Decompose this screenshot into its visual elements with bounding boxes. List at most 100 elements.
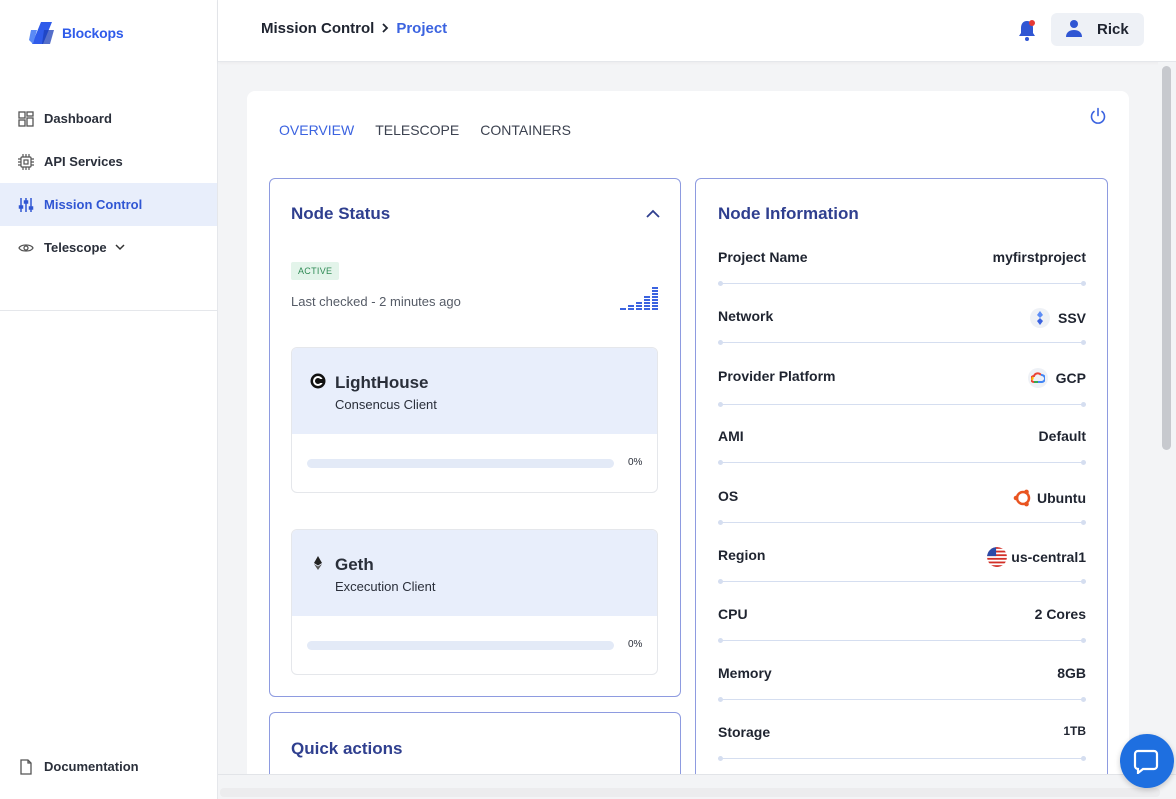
info-row-memory: Memory 8GB: [718, 665, 1086, 705]
info-label: Memory: [718, 665, 772, 681]
info-label: Project Name: [718, 249, 808, 265]
quick-actions-title: Quick actions: [291, 739, 403, 758]
chevron-down-icon: [115, 240, 125, 255]
node-information-title: Node Information: [718, 204, 859, 223]
info-value: us-central1: [987, 547, 1086, 567]
divider: [718, 402, 1086, 407]
dashboard-icon: [18, 110, 34, 127]
chevron-right-icon: [382, 22, 389, 33]
info-row-cpu: CPU 2 Cores: [718, 606, 1086, 646]
gcp-icon: [1027, 368, 1048, 388]
info-value: myfirstproject: [992, 249, 1086, 265]
info-value: GCP: [1027, 368, 1086, 388]
client-card-lighthouse[interactable]: LightHouse Consencus Client 0%: [291, 347, 658, 493]
info-label: OS: [718, 488, 739, 504]
breadcrumb-current: Project: [396, 20, 448, 37]
divider: [718, 460, 1086, 465]
divider: [718, 281, 1086, 286]
power-icon[interactable]: [1089, 107, 1107, 125]
lighthouse-icon: [310, 373, 326, 389]
brand-logo[interactable]: Blockops: [28, 20, 124, 46]
breadcrumb-separator: [380, 21, 390, 37]
progress-bar: [307, 641, 614, 650]
blockops-logo-icon: [29, 22, 54, 44]
project-card: OVERVIEW TELESCOPE CONTAINERS Node Statu…: [247, 91, 1129, 774]
divider: [718, 579, 1086, 584]
notification-bell-icon[interactable]: [1016, 18, 1038, 42]
info-row-network: Network SSV: [718, 308, 1086, 348]
client-card-header: Geth Excecution Client: [292, 530, 657, 616]
divider: [718, 638, 1086, 643]
sidebar-item-telescope[interactable]: Telescope: [0, 226, 217, 269]
client-card-header: LightHouse Consencus Client: [292, 348, 657, 434]
ubuntu-icon: [1013, 488, 1033, 508]
last-checked-text: Last checked - 2 minutes ago: [291, 294, 461, 309]
sidebar-item-label: API Services: [44, 154, 123, 169]
signal-bars-icon: [620, 285, 658, 311]
tab-containers[interactable]: CONTAINERS: [480, 122, 571, 138]
progress-value: 0%: [628, 457, 643, 468]
info-row-ami: AMI Default: [718, 428, 1086, 468]
sidebar-divider: [0, 310, 217, 311]
quick-actions-panel: Quick actions: [269, 712, 681, 774]
divider: [718, 756, 1086, 761]
chat-support-button[interactable]: [1120, 734, 1174, 788]
info-label: Region: [718, 547, 766, 563]
scrollbar-thumb[interactable]: [1162, 66, 1171, 450]
info-label: CPU: [718, 606, 748, 622]
status-badge: ACTIVE: [291, 262, 340, 280]
horizontal-scrollbar[interactable]: [218, 774, 1176, 799]
info-row-os: OS Ubuntu: [718, 488, 1086, 528]
info-label: Storage: [718, 724, 771, 740]
tab-telescope[interactable]: TELESCOPE: [375, 122, 459, 138]
sidebar-nav: Dashboard API Services Mission Control T…: [0, 97, 217, 269]
scrollbar-thumb[interactable]: [220, 788, 1160, 797]
client-type: Excecution Client: [335, 579, 436, 594]
user-menu-button[interactable]: Rick: [1051, 13, 1144, 46]
sidebar: Blockops Dashboard API Services Mission …: [0, 0, 218, 799]
sidebar-item-label: Dashboard: [44, 111, 112, 126]
client-card-geth[interactable]: Geth Excecution Client 0%: [291, 529, 658, 675]
divider: [718, 697, 1086, 702]
info-row-storage: Storage 1TB: [718, 724, 1086, 764]
divider: [718, 520, 1086, 525]
sidebar-item-dashboard[interactable]: Dashboard: [0, 97, 217, 140]
progress-bar: [307, 459, 614, 468]
project-tabs: OVERVIEW TELESCOPE CONTAINERS: [279, 122, 571, 138]
ethereum-icon: [310, 555, 326, 571]
info-value: 2 Cores: [1034, 606, 1086, 622]
chip-icon: [18, 153, 34, 170]
info-label: Network: [718, 308, 774, 324]
document-icon: [18, 758, 34, 775]
divider: [718, 340, 1086, 345]
top-header: Mission Control Project Rick: [218, 0, 1176, 62]
user-avatar-icon: [1065, 19, 1083, 41]
brand-name: Blockops: [62, 25, 124, 41]
sidebar-item-api-services[interactable]: API Services: [0, 140, 217, 183]
info-value: SSV: [1029, 308, 1086, 328]
client-name: LightHouse: [335, 373, 429, 392]
eye-icon: [18, 240, 34, 256]
ssv-icon: [1029, 308, 1050, 328]
info-value: 1TB: [1063, 724, 1086, 738]
client-name: Geth: [335, 555, 374, 574]
info-value: 8GB: [1057, 665, 1086, 681]
tab-overview[interactable]: OVERVIEW: [279, 122, 354, 138]
chat-icon: [1133, 749, 1159, 774]
sidebar-bottom: Documentation: [0, 745, 217, 788]
breadcrumb-root[interactable]: Mission Control: [261, 20, 374, 37]
sidebar-item-label: Documentation: [44, 759, 139, 774]
us-flag-icon: [987, 547, 1008, 567]
sidebar-item-label: Telescope: [44, 240, 107, 255]
info-row-region: Region us-central1: [718, 547, 1086, 587]
vertical-scrollbar[interactable]: [1158, 62, 1176, 774]
client-type: Consencus Client: [335, 397, 437, 412]
sidebar-item-label: Mission Control: [44, 197, 143, 212]
chevron-up-icon[interactable]: [646, 206, 660, 218]
sidebar-item-documentation[interactable]: Documentation: [0, 745, 217, 788]
node-status-title: Node Status: [291, 204, 391, 223]
progress-value: 0%: [628, 639, 643, 650]
info-row-project-name: Project Name myfirstproject: [718, 249, 1086, 289]
info-label: AMI: [718, 428, 744, 444]
sidebar-item-mission-control[interactable]: Mission Control: [0, 183, 217, 226]
